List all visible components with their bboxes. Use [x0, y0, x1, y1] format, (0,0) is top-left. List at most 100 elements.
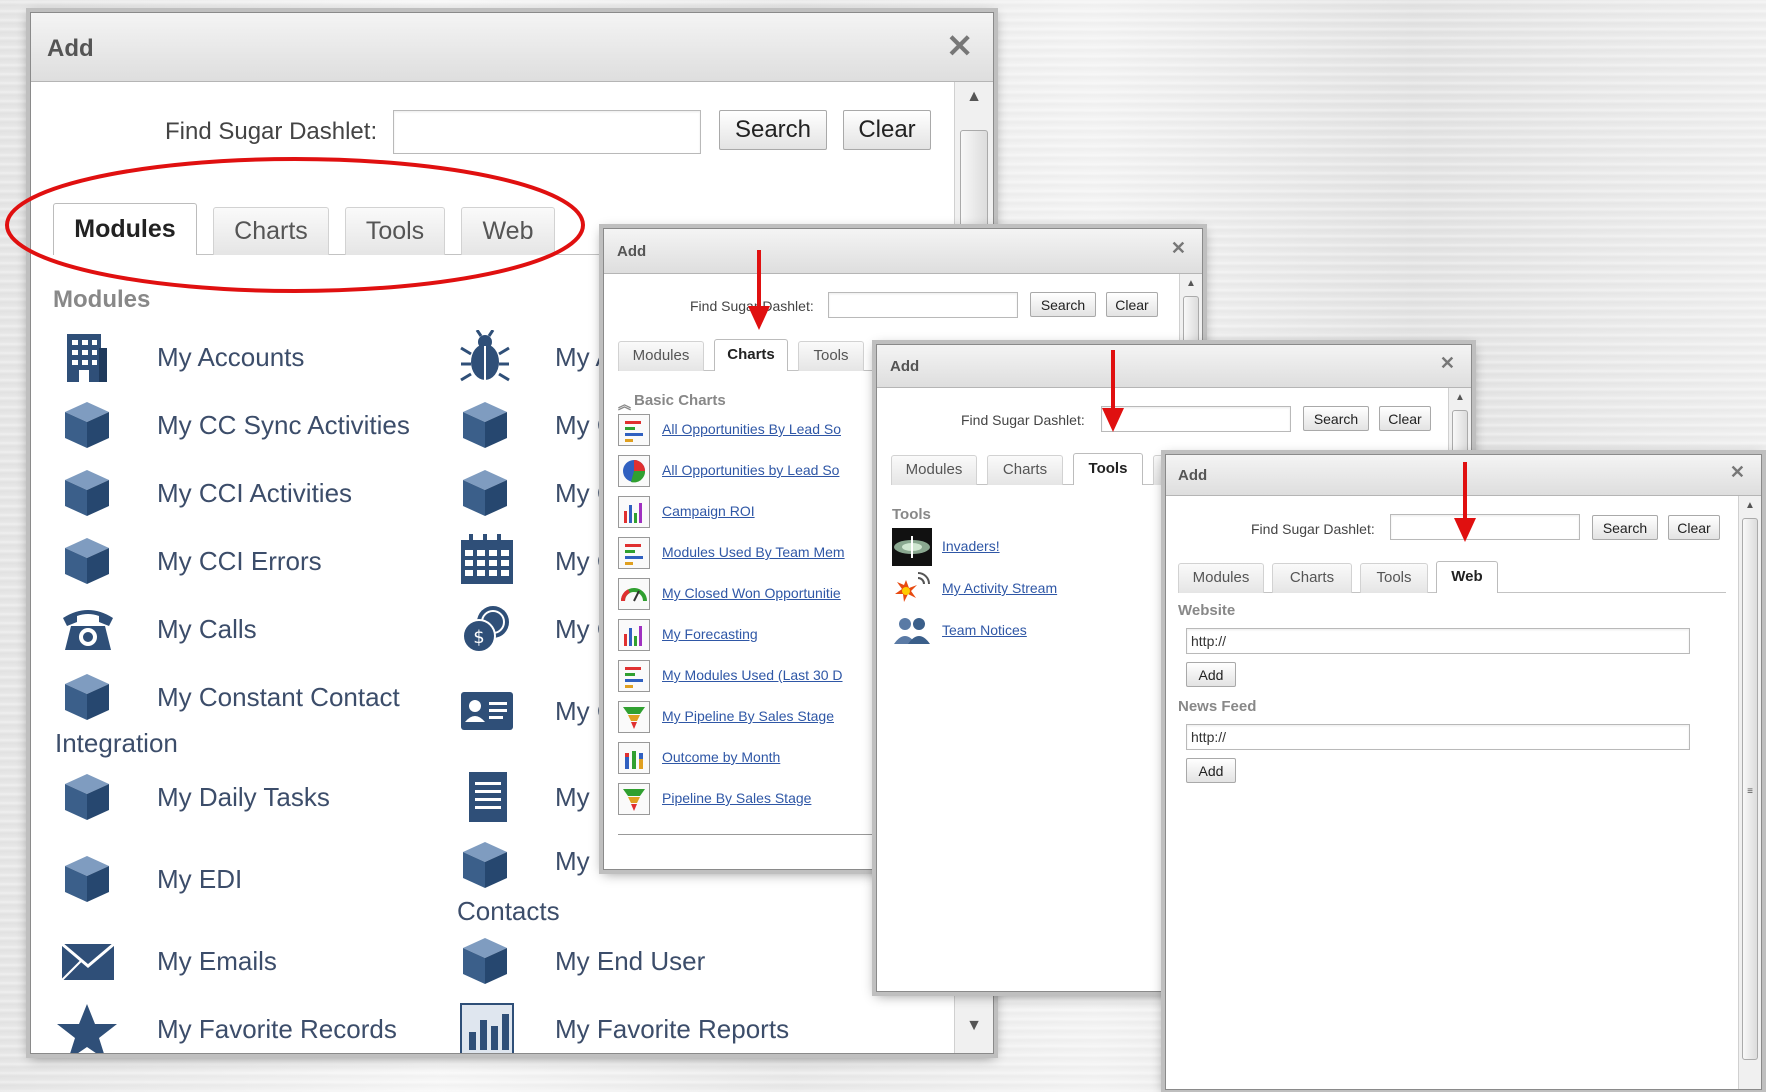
funnel-chart-icon — [618, 783, 650, 815]
dashlet-item-label: My Constant Contact — [157, 682, 400, 712]
search-button[interactable]: Search — [1303, 406, 1369, 431]
tab-modules[interactable]: Modules — [1178, 563, 1264, 593]
tool-item-label[interactable]: My Activity Stream — [942, 580, 1057, 596]
scrollbar-thumb[interactable] — [960, 130, 988, 242]
search-button[interactable]: Search — [719, 110, 827, 150]
search-button[interactable]: Search — [1030, 292, 1096, 317]
vertical-bar-chart-icon — [618, 496, 650, 528]
tab-charts[interactable]: Charts — [1272, 563, 1352, 593]
cube-icon — [463, 938, 507, 984]
tab-tools[interactable]: Tools — [798, 341, 864, 371]
horizontal-bar-chart-icon — [618, 414, 650, 446]
scroll-up-icon[interactable]: ▲ — [955, 88, 993, 106]
tab-label: Modules — [632, 347, 690, 364]
add-dashlet-dialog-web: Add ✕ Find Sugar Dashlet: Search Clear M… — [1165, 454, 1762, 1090]
clear-button[interactable]: Clear — [843, 110, 931, 150]
clear-button[interactable]: Clear — [1668, 515, 1720, 540]
document-icon — [469, 772, 507, 822]
dashlet-item-label-continuation[interactable]: Integration — [55, 728, 178, 759]
scroll-grip-icon: ≡ — [1747, 786, 1753, 797]
chart-item-label[interactable]: All Opportunities By Lead So — [662, 421, 841, 437]
dashlet-item-my-end-user[interactable]: My End User — [459, 934, 839, 990]
dashlet-item-my-calls[interactable]: My Calls — [59, 602, 439, 658]
cube-icon — [463, 842, 507, 888]
scroll-down-icon[interactable]: ▼ — [955, 1017, 993, 1035]
tab-charts[interactable]: Charts — [987, 455, 1063, 485]
chart-item-label[interactable]: My Pipeline By Sales Stage — [662, 708, 834, 724]
tool-item-label[interactable]: Team Notices — [942, 622, 1027, 638]
envelope-icon — [61, 942, 115, 981]
dashlet-item-my-favorite-records[interactable]: My Favorite Records — [55, 1002, 435, 1053]
dashlet-item-my-accounts[interactable]: My Accounts — [61, 330, 441, 386]
find-dashlet-input[interactable] — [1390, 514, 1580, 540]
chart-item-label[interactable]: Outcome by Month — [662, 749, 780, 765]
dashlet-item-my-daily-tasks[interactable]: My Daily Tasks — [61, 770, 441, 826]
tab-label: Tools — [1376, 569, 1412, 586]
dashlet-item-my-emails[interactable]: My Emails — [59, 934, 439, 990]
scroll-up-icon[interactable]: ▲ — [1449, 392, 1471, 403]
bug-icon — [460, 330, 510, 382]
clear-button[interactable]: Clear — [1106, 292, 1158, 317]
tab-modules[interactable]: Modules — [891, 455, 977, 485]
chart-item-label[interactable]: My Forecasting — [662, 626, 758, 642]
dialog-header[interactable]: Add ✕ — [604, 229, 1202, 274]
cube-icon — [463, 470, 507, 516]
cube-icon — [65, 774, 109, 820]
dashlet-item-my-cci-errors[interactable]: My CCI Errors — [61, 534, 441, 590]
cube-icon — [65, 856, 109, 902]
chart-item-label[interactable]: My Modules Used (Last 30 D — [662, 667, 843, 683]
tab-tools[interactable]: Tools — [1360, 563, 1428, 593]
tab-charts[interactable]: Charts — [714, 339, 788, 371]
find-dashlet-input[interactable] — [1101, 406, 1291, 432]
collapse-up-icon[interactable]: ︽ — [618, 394, 631, 413]
chart-item-label[interactable]: Modules Used By Team Mem — [662, 544, 845, 560]
tab-label: Charts — [727, 346, 775, 363]
clear-button[interactable]: Clear — [1379, 406, 1431, 431]
dialog-header[interactable]: Add ✕ — [31, 13, 993, 82]
dashlet-item-label-continuation[interactable]: Contacts — [457, 896, 560, 927]
close-icon[interactable]: ✕ — [1171, 238, 1186, 259]
dialog-title: Add — [890, 358, 920, 375]
section-title[interactable]: Basic Charts — [634, 392, 726, 409]
dashlet-item-my-cc-sync-activities[interactable]: My CC Sync Activities — [61, 398, 441, 454]
vertical-bar-chart-icon — [618, 619, 650, 651]
find-dashlet-input[interactable] — [393, 110, 701, 154]
close-icon[interactable]: ✕ — [946, 27, 973, 65]
chart-item-label[interactable]: All Opportunities by Lead So — [662, 462, 839, 478]
news-feed-url-input[interactable] — [1186, 724, 1690, 750]
annotation-arrow-web-search — [1454, 462, 1476, 542]
chart-item-label[interactable]: My Closed Won Opportunitie — [662, 585, 841, 601]
dialog-title: Add — [1178, 467, 1208, 484]
dashlet-item-label: My CCI Errors — [157, 546, 322, 576]
dashlet-item-my-constant-contact-integration[interactable]: My Constant Contact — [61, 670, 441, 726]
tab-web[interactable]: Web — [1436, 561, 1498, 593]
dashlet-item-label: My Emails — [157, 946, 277, 976]
scroll-up-icon[interactable]: ▲ — [1180, 278, 1202, 289]
chart-item-label[interactable]: Campaign ROI — [662, 503, 755, 519]
dashlet-item-my-favorite-reports[interactable]: My Favorite Reports — [459, 1002, 839, 1053]
website-url-input[interactable] — [1186, 628, 1690, 654]
chart-item-label[interactable]: Pipeline By Sales Stage — [662, 790, 811, 806]
dashlet-item-label: My Favorite Reports — [555, 1014, 790, 1044]
dashlet-item-my-cci-activities[interactable]: My CCI Activities — [61, 466, 441, 522]
close-icon[interactable]: ✕ — [1440, 353, 1455, 374]
calendar-icon — [461, 534, 513, 584]
search-button[interactable]: Search — [1592, 515, 1658, 540]
vertical-scrollbar[interactable]: ▲ ≡ — [1738, 496, 1761, 1089]
find-dashlet-input[interactable] — [828, 292, 1018, 318]
dialog-title: Add — [47, 35, 94, 62]
tool-item-label[interactable]: Invaders! — [942, 538, 1000, 554]
cube-icon — [463, 402, 507, 448]
dialog-header[interactable]: Add ✕ — [877, 345, 1471, 388]
scroll-up-icon[interactable]: ▲ — [1739, 500, 1761, 511]
horizontal-bar-chart-icon — [618, 537, 650, 569]
annotation-arrow-charts — [748, 250, 770, 330]
news-feed-add-button[interactable]: Add — [1186, 758, 1236, 783]
close-icon[interactable]: ✕ — [1730, 462, 1745, 483]
dashlet-item-label: My EDI — [157, 864, 243, 894]
tab-tools[interactable]: Tools — [1073, 453, 1143, 485]
cube-icon — [65, 674, 109, 720]
website-add-button[interactable]: Add — [1186, 662, 1236, 687]
tab-modules[interactable]: Modules — [618, 341, 704, 371]
dashlet-item-my-edi[interactable]: My EDI — [61, 852, 441, 908]
